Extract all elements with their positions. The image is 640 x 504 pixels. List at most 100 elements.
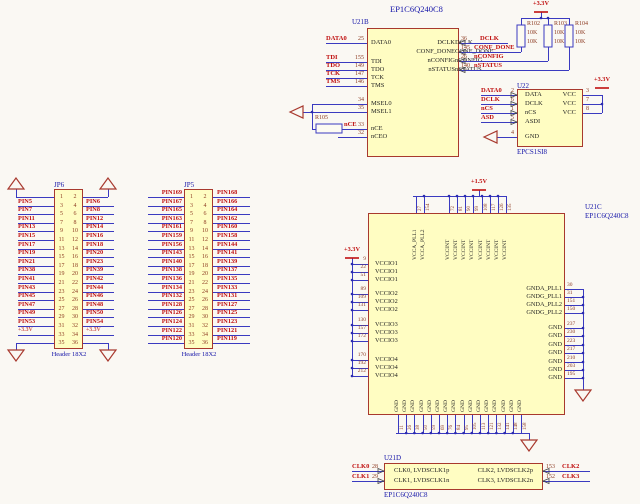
jp6-pin-number: 25 (56, 297, 67, 303)
u21d-pin-number: 29 (372, 474, 378, 480)
wire (312, 104, 313, 129)
jp5-pin-number: 8 (199, 220, 211, 226)
u21c-pin-number: 109 (340, 295, 366, 301)
net-label-DCLK: DCLK (480, 36, 499, 43)
wire (352, 376, 368, 377)
u21c-pin-name: GND (452, 400, 458, 412)
u21d-designator: U21D (384, 455, 401, 462)
u21c-pin-number: 95 (465, 425, 470, 430)
u21c-pin-number: 27 (418, 206, 423, 211)
jp5-pin-number: 9 (186, 228, 197, 234)
jp6-pin-number: 35 (56, 340, 67, 346)
net-label-DATA0: DATA0 (481, 88, 502, 95)
jp5-pin-number: 30 (199, 314, 211, 320)
jp5-pin-number: 2 (199, 194, 211, 200)
jp5-left-net: PIN126 (146, 310, 182, 316)
jp6-pin-number: 9 (56, 228, 67, 234)
jp5-right-net: PIN135 (217, 276, 237, 282)
jp5-footprint: Header 18X2 (175, 352, 223, 359)
jp5-pin-number: 33 (186, 332, 197, 338)
u21c-pin-number: 237 (567, 322, 575, 328)
u21c-pin-number: 50 (424, 425, 429, 430)
u21c-pin-number: 69 (441, 425, 446, 430)
jp6-pin-number: 24 (69, 289, 81, 295)
jp5-pin-number: 16 (199, 254, 211, 260)
wire (439, 415, 440, 433)
u21c-pin-name: GND (510, 400, 516, 412)
pullup-value: 10K (575, 39, 585, 45)
wire (406, 415, 407, 433)
jp5-pin-number: 28 (199, 306, 211, 312)
power-1v5-u21c-label: +1.5V (463, 179, 495, 185)
gnd-arrow-msel (290, 106, 303, 118)
u21c-pin-name: GND (428, 400, 434, 412)
u21c-pin-number: 230 (567, 330, 575, 336)
u21c-pin-name: VCCINT (495, 240, 501, 260)
u22-pin-name: nCS (525, 110, 536, 117)
wire (565, 378, 583, 379)
u21c-pin-number: 38 (416, 425, 421, 430)
u21b-pin-number: 145 (461, 45, 470, 51)
wire (352, 481, 384, 482)
pullup-value: 10K (527, 30, 537, 36)
wire (312, 112, 367, 113)
u21c-pin-name: GND (502, 400, 508, 412)
wire (529, 433, 530, 440)
jp5-left-net: PIN134 (146, 285, 182, 291)
u21c-pin-number: 141 (506, 423, 511, 431)
wire (352, 280, 368, 281)
wire (490, 196, 491, 213)
wire (398, 415, 399, 433)
jp5-left-net: PIN163 (146, 216, 182, 222)
wire (423, 415, 424, 433)
u21c-pin-number: 89 (340, 287, 366, 293)
jp6-right-net: PIN48 (86, 302, 103, 308)
net-label-TDI: TDI (326, 55, 338, 62)
wire (565, 353, 583, 354)
wire (543, 471, 590, 472)
net-label-ASD: ASD (481, 115, 494, 122)
gnd-arrow-down (100, 350, 116, 361)
jp6-pin-number: 28 (69, 306, 81, 312)
jp5-left-net: PIN156 (146, 242, 182, 248)
pullup-value: 10K (554, 30, 564, 36)
jp5-pin-number: 20 (199, 271, 211, 277)
u21d-pin-name: CLK2, LVDSCLK2p (455, 468, 533, 475)
u21b-pin-name: MSEL0 (371, 101, 392, 108)
wire (148, 343, 184, 344)
jp5-pin-number: 36 (199, 340, 211, 346)
wire (431, 415, 432, 433)
wire (326, 86, 367, 87)
wire (583, 95, 602, 96)
jp5-right-net: PIN166 (217, 199, 237, 205)
u21c-pin-name: VCCINT (487, 240, 493, 260)
u21c-pin-name: GND (411, 400, 417, 412)
u21c-pin-number: 212 (340, 369, 366, 375)
jp5-right-net: PIN144 (217, 242, 237, 248)
jp6-pin-number: 19 (56, 271, 67, 277)
gnd-arrow-u21c-right (575, 390, 591, 401)
jp6-pin-number: 7 (56, 220, 67, 226)
jp6-right-net: PIN42 (86, 276, 103, 282)
jp5-left-net: PIN120 (146, 336, 182, 342)
u21c-pin-number: 148 (514, 423, 519, 431)
jp5-right-net: PIN137 (217, 267, 237, 273)
u22-pin-name-vcc: VCC (540, 101, 576, 108)
u21c-pin-number: 126 (500, 204, 505, 212)
wire (108, 343, 109, 350)
jp6-pin-number: 31 (56, 323, 67, 329)
u21c-pin-name: GNDG_PLL2 (500, 310, 562, 316)
jp5-pin-number: 23 (186, 289, 197, 295)
u22-pin-name-vcc: VCC (540, 110, 576, 117)
u21c-pin-number: 108 (484, 204, 489, 212)
jp5-left-net: PIN128 (146, 302, 182, 308)
u21b-pin-number: 32 (334, 130, 364, 136)
wire (342, 129, 367, 130)
u21c-pin-name: GNDA_PLL1 (500, 286, 562, 292)
jp5-pin-number: 35 (186, 340, 197, 346)
u21c-pin-number: 121 (490, 423, 495, 431)
u21c-pin-name: GND (436, 400, 442, 412)
u21c-pin-name: GND (395, 400, 401, 412)
jp5-left-net: PIN136 (146, 276, 182, 282)
u21b-pin-name: TMS (371, 83, 384, 90)
